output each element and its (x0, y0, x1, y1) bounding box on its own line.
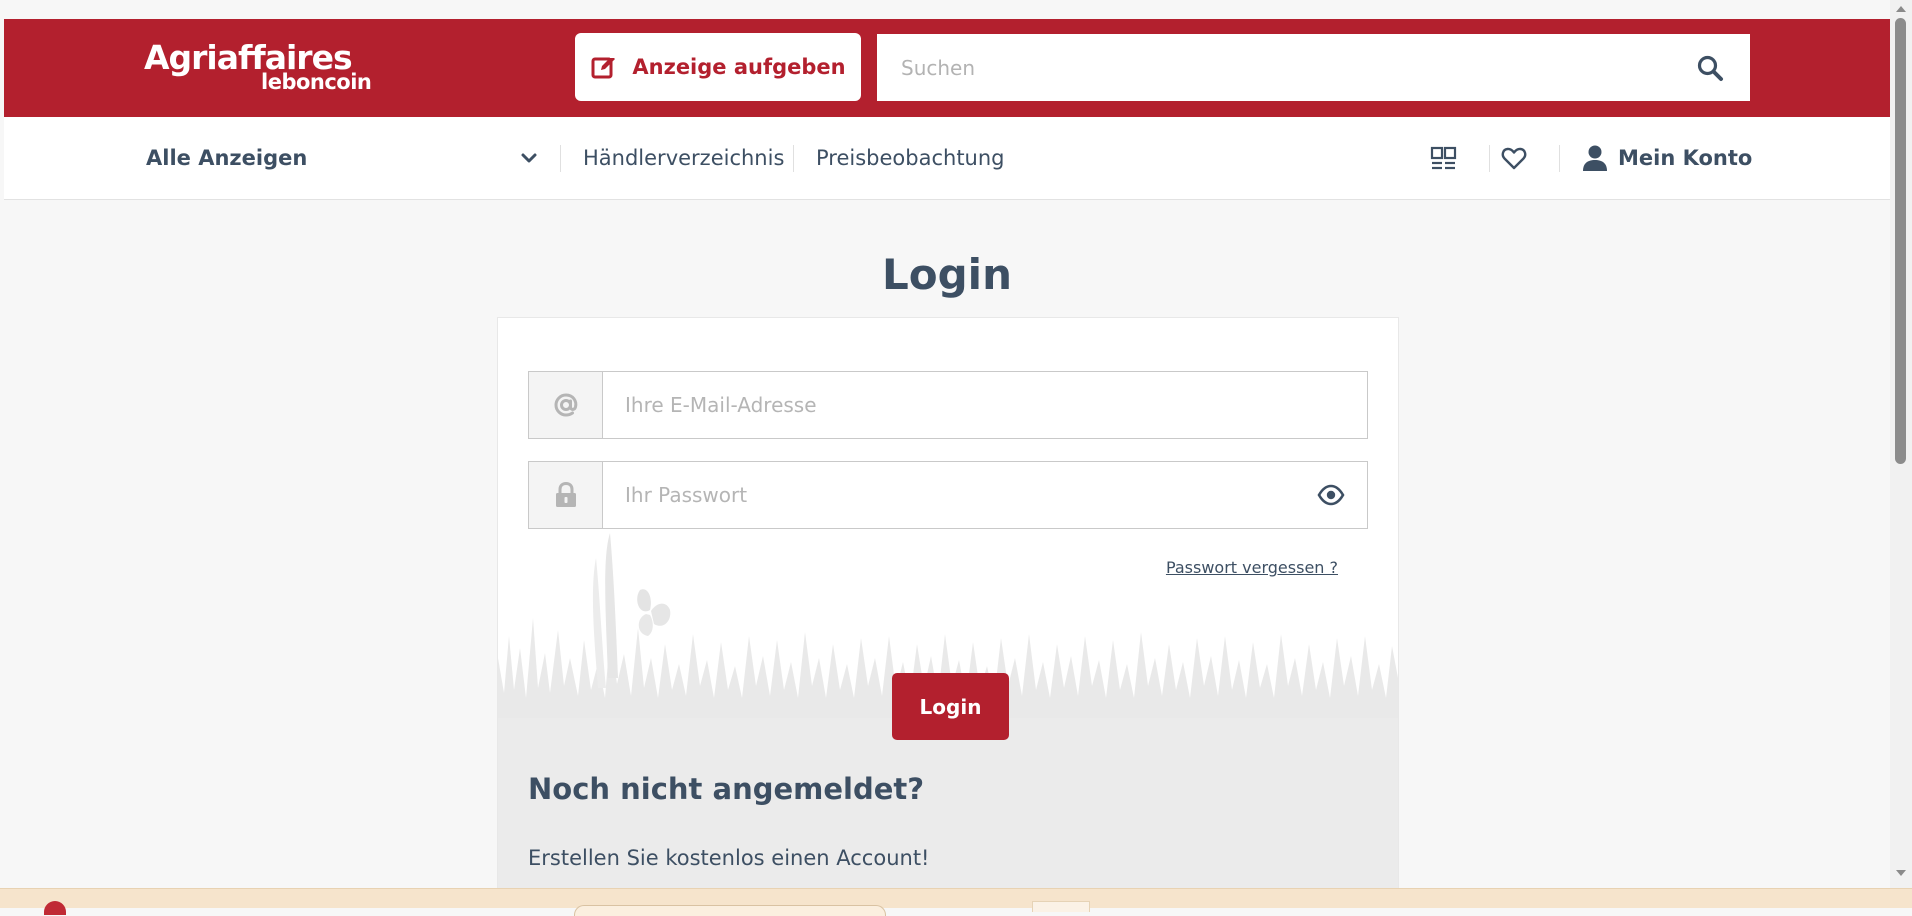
post-ad-button[interactable]: Anzeige aufgeben (575, 33, 861, 101)
taskbar-app-icon[interactable] (44, 901, 66, 915)
nav-divider (560, 145, 561, 172)
my-account-link[interactable]: Mein Konto (1582, 117, 1752, 199)
browser-viewport: Agriaffaires leboncoin Anzeige aufgeben (4, 0, 1891, 888)
password-addon (529, 462, 603, 528)
favorites-button[interactable] (1499, 143, 1529, 173)
logo-text-secondary: leboncoin (261, 70, 372, 94)
site-logo[interactable]: Agriaffaires leboncoin (144, 38, 372, 98)
vertical-scrollbar[interactable] (1890, 0, 1912, 888)
compare-button[interactable] (1429, 143, 1459, 173)
eye-icon (1317, 484, 1345, 506)
login-card: Passwort vergessen ? Login Noch nicht an… (497, 317, 1399, 888)
post-ad-label: Anzeige aufgeben (632, 55, 846, 79)
compare-grid-icon (1430, 146, 1457, 170)
nav-divider (1559, 145, 1560, 172)
search-input[interactable] (877, 34, 1677, 101)
email-addon (529, 372, 603, 438)
site-header: Agriaffaires leboncoin Anzeige aufgeben (4, 19, 1890, 117)
os-taskbar (0, 888, 1912, 916)
top-strip (4, 0, 1890, 19)
search-button[interactable] (1696, 54, 1724, 82)
page-title: Login (882, 250, 1012, 299)
price-watch-link[interactable]: Preisbeobachtung (816, 117, 1005, 199)
scroll-down-arrow[interactable] (1896, 870, 1906, 876)
nav-divider (1489, 145, 1490, 172)
password-field-group (528, 461, 1368, 529)
create-account-text: Erstellen Sie kostenlos einen Account! (528, 846, 930, 870)
chevron-down-icon (521, 153, 537, 163)
all-ads-dropdown[interactable]: Alle Anzeigen (146, 117, 538, 199)
email-field-group (528, 371, 1368, 439)
forgot-password-link[interactable]: Passwort vergessen ? (1166, 558, 1338, 577)
password-input[interactable] (603, 462, 1293, 528)
user-icon (1583, 145, 1607, 171)
search-bar (877, 34, 1750, 101)
login-button[interactable]: Login (892, 673, 1009, 740)
lock-icon (555, 481, 576, 507)
scroll-up-arrow[interactable] (1896, 6, 1906, 12)
not-registered-heading: Noch nicht angemeldet? (528, 772, 925, 806)
my-account-label: Mein Konto (1618, 146, 1753, 170)
scrollbar-thumb[interactable] (1895, 18, 1906, 464)
edit-square-icon (591, 54, 616, 79)
nav-divider (793, 145, 794, 172)
dealer-directory-link[interactable]: Händlerverzeichnis (583, 117, 784, 199)
heart-icon (1501, 147, 1527, 170)
show-password-toggle[interactable] (1317, 482, 1345, 508)
at-sign-icon (553, 393, 577, 417)
search-icon (1697, 55, 1723, 81)
main-navigation: Alle Anzeigen Händlerverzeichnis Preisbe… (4, 117, 1890, 200)
email-input[interactable] (603, 372, 1293, 438)
all-ads-label: Alle Anzeigen (146, 146, 308, 170)
